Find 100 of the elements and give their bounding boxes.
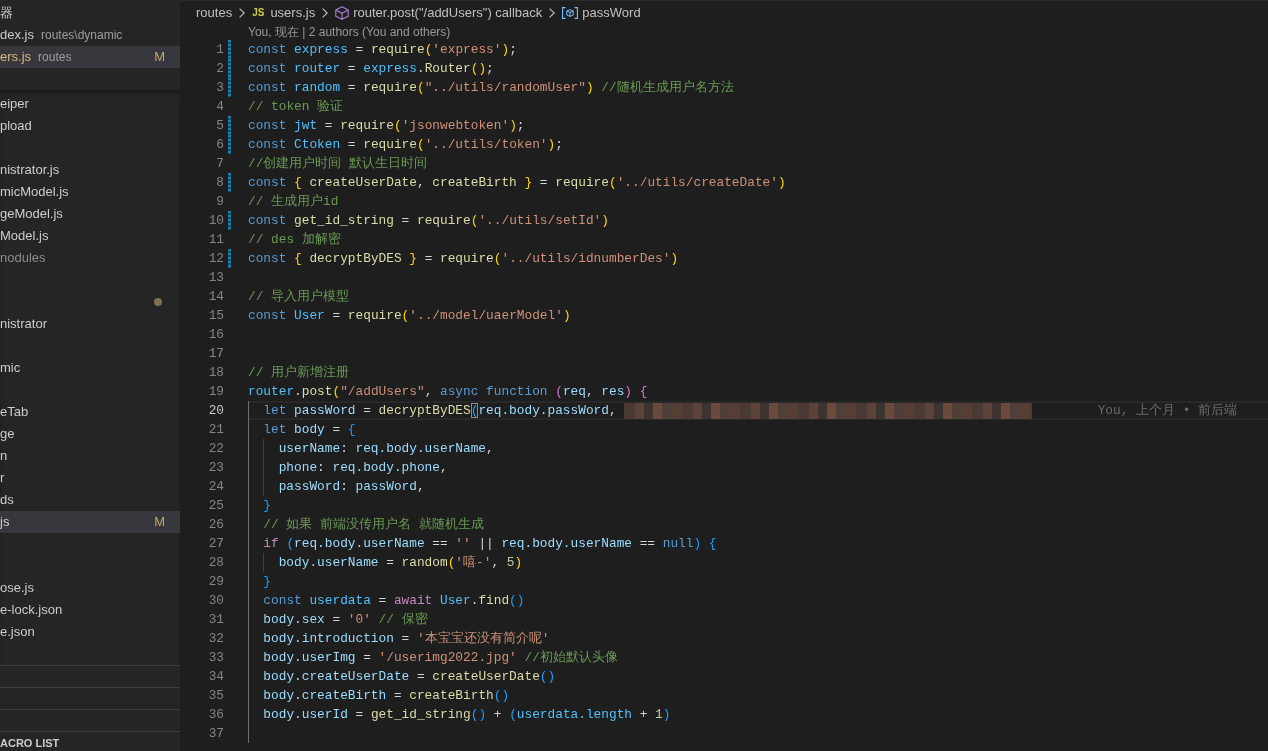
tree-item[interactable]: Model.js [0, 225, 180, 247]
line-number: 33 [207, 649, 224, 667]
tree-item[interactable]: ds [0, 489, 180, 511]
code-line: //创建用户时间 默认生日时间 [248, 155, 428, 173]
line-number: 37 [207, 725, 224, 743]
line-number: 5 [215, 117, 224, 135]
line-number: 1 [215, 41, 224, 59]
line-number: 3 [215, 79, 224, 97]
tree-item[interactable]: micModel.js [0, 181, 180, 203]
tree-item[interactable]: e.json [0, 621, 180, 643]
file-path: routes\dynamic [40, 27, 123, 44]
line-number: 11 [207, 231, 224, 249]
line-number: 22 [207, 440, 224, 458]
code-line: // des 加解密 [248, 231, 341, 249]
line-number: 9 [215, 193, 224, 211]
code-line: } [263, 573, 272, 591]
bracketed-cube-icon [562, 6, 579, 19]
line-number: 28 [207, 554, 224, 572]
line-number: 24 [207, 478, 224, 496]
code-line: // token 验证 [248, 98, 344, 116]
line-number: 16 [207, 326, 224, 344]
line-number: 21 [207, 421, 224, 439]
line-number: 36 [207, 706, 224, 724]
file-type-text: JS [252, 7, 265, 18]
line-number: 32 [207, 630, 224, 648]
git-status-letter: M [154, 48, 165, 66]
line-number: 23 [207, 459, 224, 477]
blame-summary[interactable]: You, 现在 | 2 authors (You and others) [248, 23, 451, 41]
breadcrumb-item[interactable]: JS users.js [252, 5, 316, 20]
code-line: body.userName = random('嘻-', 5) [278, 554, 523, 572]
breadcrumb-item[interactable]: routes [196, 5, 233, 20]
tree-item[interactable]: r [0, 467, 180, 489]
line-number: 12 [207, 250, 224, 268]
cube-icon [335, 5, 350, 20]
code-line: const jwt = require('jsonwebtoken'); [248, 117, 525, 135]
line-number: 8 [215, 174, 224, 192]
code-line: let passWord = decryptByDES(req.body.passWord, [263, 402, 617, 420]
tree-item[interactable]: eiper [0, 93, 180, 115]
tree-item[interactable]: nodules [0, 247, 180, 269]
code-line: const get_id_string = require('../utils/setId') [248, 212, 609, 230]
line-number: 34 [207, 668, 224, 686]
open-editor-item[interactable]: ers.js routes M [0, 46, 180, 68]
code-line: body.userId = get_id_string() + (userdata.length + 1) [263, 706, 671, 724]
tree-item[interactable]: js M [0, 511, 180, 533]
code-line: if (req.body.userName == '' || req.body.userName == null) { [263, 535, 717, 553]
chevron-right-icon [322, 7, 329, 18]
tree-item[interactable]: n [0, 445, 180, 467]
code-line: // 如果 前端没传用户名 就随机生成 [263, 516, 484, 534]
tree-item[interactable]: pload [0, 115, 180, 137]
line-number: 18 [207, 364, 224, 382]
tree-item[interactable]: e-lock.json [0, 599, 180, 621]
line-number: 13 [207, 269, 224, 287]
code-line: } [263, 497, 272, 515]
section-header: 器 [0, 4, 14, 22]
tree-item[interactable]: ge [0, 423, 180, 445]
line-number: 19 [207, 383, 224, 401]
tree-item[interactable]: ose.js [0, 577, 180, 599]
line-number: 25 [207, 497, 224, 515]
panel-header[interactable]: ACRO LIST [0, 736, 60, 749]
line-number: 14 [207, 288, 224, 306]
code-line: body.introduction = '本宝宝还没有简介呢' [263, 630, 550, 648]
chevron-right-icon [549, 7, 556, 18]
tree-item[interactable]: nistrator [0, 313, 180, 335]
blame-annotation: You, 上个月 • 前后端 [1097, 402, 1238, 420]
code-line: const router = express.Router(); [248, 60, 494, 78]
line-number: 26 [207, 516, 224, 534]
code-line: const express = require('express'); [248, 41, 517, 59]
line-number: 10 [207, 212, 224, 230]
line-number: 20 [207, 402, 224, 420]
line-number: 31 [207, 611, 224, 629]
tree-item[interactable]: eTab [0, 401, 180, 423]
breadcrumb-item[interactable]: passWord [562, 5, 641, 20]
code-line: const userdata = await User.find() [263, 592, 525, 610]
code-line: passWord: passWord, [278, 478, 425, 496]
tree-item[interactable]: nistrator.js [0, 159, 180, 181]
code-line: body.userImg = '/userimg2022.jpg' //初始默认头像 [263, 649, 618, 667]
tree-item[interactable]: geModel.js [0, 203, 180, 225]
code-line: body.sex = '0' // 保密 [263, 611, 428, 629]
line-number: 6 [215, 136, 224, 154]
code-line: let body = { [263, 421, 356, 439]
code-line: const { decryptByDES } = require('../utils/idnumberDes') [248, 250, 679, 268]
line-number: 7 [215, 155, 224, 173]
breadcrumb-item[interactable]: router.post("/addUsers") callback [335, 5, 543, 20]
line-number: 29 [207, 573, 224, 591]
file-path: routes [38, 49, 72, 66]
line-number: 27 [207, 535, 224, 553]
tree-item[interactable]: mic [0, 357, 180, 379]
code-line: phone: req.body.phone, [278, 459, 448, 477]
code-line: // 生成用户id [248, 193, 339, 211]
line-number: 4 [215, 98, 224, 116]
code-line: const Ctoken = require('../utils/token'); [248, 136, 563, 154]
code-line: router.post("/addUsers", async function (req, res) { [248, 383, 648, 401]
code-line: body.createUserDate = createUserDate() [263, 668, 556, 686]
open-editor-item[interactable]: dex.js routes\dynamic [0, 24, 180, 46]
code-line: // 导入用户模型 [248, 288, 350, 306]
code-line: userName: req.body.userName, [278, 440, 494, 458]
line-number: 17 [207, 345, 224, 363]
chevron-right-icon [239, 7, 246, 18]
git-status-letter: M [154, 513, 165, 531]
line-number: 15 [207, 307, 224, 325]
